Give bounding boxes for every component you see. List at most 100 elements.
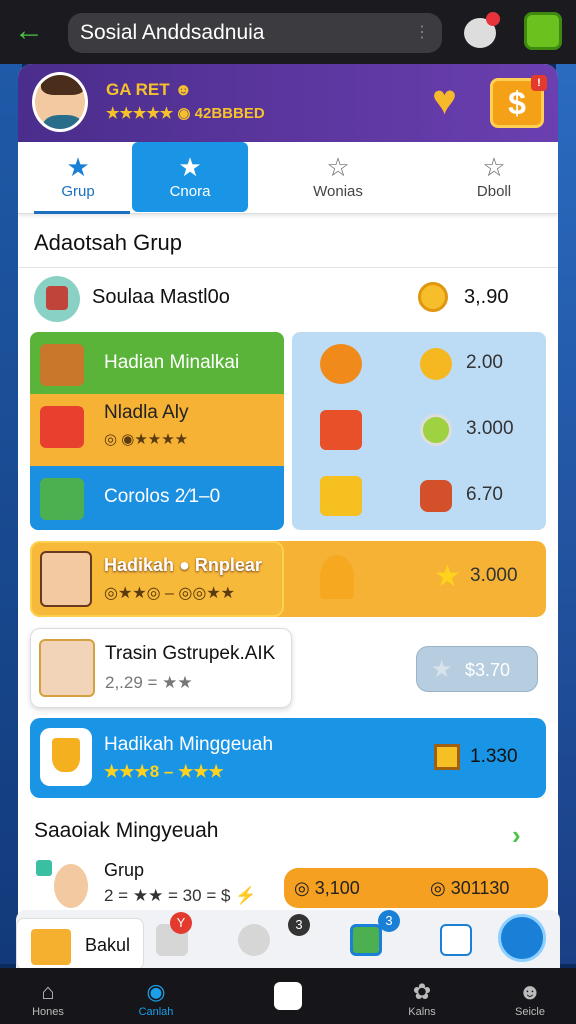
star-outline-icon: ☆ xyxy=(326,152,350,182)
price-pill-button[interactable]: ★ $3.70 xyxy=(416,646,538,692)
money-icon xyxy=(40,478,84,520)
clock-icon[interactable] xyxy=(238,924,270,956)
member-sub: 2,.29 = ★★ xyxy=(105,673,193,692)
username: GA RET ☻ xyxy=(106,80,193,99)
member-card[interactable]: Trasin Gstrupek.AIK 2,.29 = ★★ xyxy=(30,628,292,708)
star-icon: ★ xyxy=(434,560,461,593)
list-item[interactable]: Soulaa Mastl0o 3,.90 xyxy=(18,267,558,325)
coin-icon xyxy=(418,282,448,312)
lion-icon xyxy=(320,344,362,384)
star-outline-icon: ☆ xyxy=(482,152,506,182)
star-icon: ★ xyxy=(178,152,202,182)
heart-icon[interactable]: ♥ xyxy=(432,79,472,121)
trophy-icon xyxy=(320,476,362,516)
tab-wonias[interactable]: ☆ Wonias xyxy=(280,142,396,214)
game-icon[interactable] xyxy=(524,12,562,50)
user-stats: ★★★★★ ◉ 42BBBED xyxy=(106,105,265,122)
back-arrow-icon[interactable]: ← xyxy=(14,16,48,46)
home-square-button[interactable] xyxy=(274,982,302,1010)
browser-top-bar: ← Sosial Anddsadnuia ⋮ xyxy=(0,0,576,64)
value-a: ◎ 3,100 xyxy=(294,878,360,898)
reward-label: Corolos 2⁄1–0 xyxy=(104,486,221,507)
reward-value: 2.00 xyxy=(466,352,503,373)
badge: 3 xyxy=(378,910,400,932)
reward-label: Nladla Aly xyxy=(104,402,189,423)
item-label: Soulaa Mastl0o xyxy=(92,286,230,308)
profile-icon: ☻ xyxy=(518,979,542,1004)
tab-dboll[interactable]: ☆ Dboll xyxy=(436,142,552,214)
item-sub: 2 = ★★ = 30 = $ ⚡ xyxy=(104,886,257,905)
disc-icon xyxy=(420,414,452,446)
reward-value-row[interactable]: 2.00 xyxy=(292,332,546,398)
star-icon: ★ xyxy=(431,656,453,683)
bell-icon xyxy=(320,555,354,599)
value-pill[interactable]: ◎ 3,100 ◎ 301130 xyxy=(284,868,548,908)
member-title: Trasin Gstrupek.AIK xyxy=(105,643,276,664)
tab-cnora[interactable]: ★ Cnora xyxy=(132,142,248,212)
nav-profile[interactable]: ☻ Seicle xyxy=(482,968,576,1024)
chest-icon xyxy=(40,344,84,386)
reward-value: 1.330 xyxy=(470,746,518,767)
reward-item[interactable]: Nladla Aly ◎ ◉★★★★ xyxy=(30,394,284,466)
tag-icon xyxy=(36,860,52,876)
avatar xyxy=(39,639,95,697)
main-card: GA RET ☻ ★★★★★ ◉ 42BBBED ♥ $! ★ Grup ★ C… xyxy=(18,64,558,974)
chevron-right-icon[interactable]: › xyxy=(512,820,521,851)
home-icon: ⌂ xyxy=(41,979,55,1004)
item-tray: Bakul Y 3 3 xyxy=(16,910,560,970)
reward-value-row[interactable]: 6.70 xyxy=(292,464,546,530)
reward-item[interactable]: Hadian Minalkai xyxy=(30,332,284,394)
card-icon[interactable] xyxy=(440,924,472,956)
box-icon xyxy=(434,744,460,770)
reward-sub: ◎★★◎ – ◎◎★★ xyxy=(104,585,236,602)
reward-list-left: Hadian Minalkai Nladla Aly ◎ ◉★★★★ Corol… xyxy=(30,332,284,530)
reward-row[interactable]: Hadikah Minggeuah ★★★8 – ★★★ 1.330 xyxy=(30,718,546,798)
menu-dots-icon[interactable]: ⋮ xyxy=(414,13,430,53)
chest-icon xyxy=(34,276,80,322)
list-item[interactable]: Grup 2 = ★★ = 30 = $ ⚡ ◎ 3,100 ◎ 301130 xyxy=(18,854,558,914)
nav-label: Kalns xyxy=(408,1006,436,1018)
tab-bar: ★ Grup ★ Cnora ☆ Wonias ☆ Dboll xyxy=(18,142,558,214)
avatar xyxy=(54,864,88,908)
gift-box-icon xyxy=(320,410,362,450)
chat-icon[interactable] xyxy=(464,12,500,48)
search-icon: ◉ xyxy=(146,979,166,1004)
reward-item[interactable]: Corolos 2⁄1–0 xyxy=(30,466,284,530)
tab-label: Grup xyxy=(61,183,95,200)
basket-card[interactable]: Bakul xyxy=(16,918,144,970)
nav-search[interactable]: ◉ Canlah xyxy=(108,968,204,1024)
action-round-button[interactable] xyxy=(498,914,546,962)
tab-label: Wonias xyxy=(313,183,363,200)
avatar xyxy=(40,551,92,607)
reward-row[interactable]: Hadikah ● Rnplear ◎★★◎ – ◎◎★★ ★ 3.000 xyxy=(30,541,546,617)
pot-icon xyxy=(420,480,452,512)
reward-label: Hadian Minalkai xyxy=(104,352,240,373)
tab-grup[interactable]: ★ Grup xyxy=(26,142,130,214)
reward-sub: ★★★8 – ★★★ xyxy=(104,762,224,781)
badge: Y xyxy=(170,912,192,934)
nav-home[interactable]: ⌂ Hones xyxy=(0,968,96,1024)
tab-label: Dboll xyxy=(476,183,512,200)
music-icon xyxy=(420,348,452,380)
reward-sub: ◎ ◉★★★★ xyxy=(104,431,189,448)
reward-value-row[interactable]: 3.000 xyxy=(292,398,546,464)
bottom-nav: ⌂ Hones ◉ Canlah ✿ Kalns ☻ Seicle xyxy=(0,968,576,1024)
dollar-coin-button[interactable]: $! xyxy=(490,75,547,128)
reward-list-right: 2.00 3.000 6.70 xyxy=(292,332,546,530)
avatar[interactable] xyxy=(32,72,88,132)
tab-label: Cnora xyxy=(169,183,211,200)
gift-icon xyxy=(40,406,84,448)
cash-icon[interactable] xyxy=(350,924,382,956)
profile-header: GA RET ☻ ★★★★★ ◉ 42BBBED ♥ $! xyxy=(18,64,558,142)
nav-label: Seicle xyxy=(515,1006,545,1018)
value-b: ◎ 301130 xyxy=(430,878,510,898)
basket-label: Bakul xyxy=(85,935,131,955)
section-title: Saaoiak Mingyeuah xyxy=(34,819,219,842)
nav-rewards[interactable]: ✿ Kalns xyxy=(374,968,470,1024)
reward-title: Hadikah ● Rnplear xyxy=(104,555,262,575)
url-bar[interactable]: Sosial Anddsadnuia ⋮ xyxy=(68,13,442,53)
item-title: Grup xyxy=(104,860,145,880)
reward-value: 6.70 xyxy=(466,484,503,505)
reward-title: Hadikah Minggeuah xyxy=(104,734,274,755)
section-title: Adaotsah Grup xyxy=(34,230,182,255)
